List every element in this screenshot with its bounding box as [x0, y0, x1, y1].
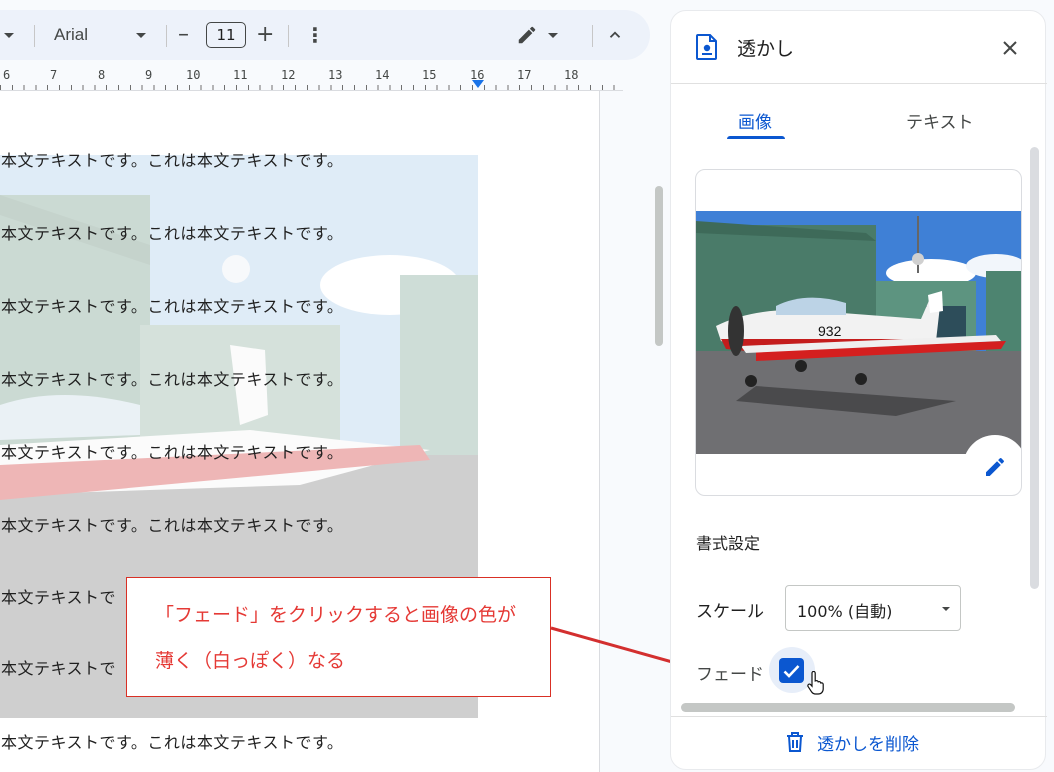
fade-checkbox[interactable] [779, 658, 804, 683]
ruler-number: 17 [517, 68, 532, 82]
document-watermark-icon [696, 34, 717, 60]
document-text-line: 本文テキストで [1, 659, 117, 678]
right-indent-marker[interactable] [472, 80, 484, 88]
more-options-button[interactable]: ⋮ [305, 10, 325, 60]
edit-mode-icon [518, 26, 536, 44]
ruler-number: 11 [233, 68, 248, 82]
toolbar-divider [34, 25, 35, 47]
toolbar-divider [592, 25, 593, 47]
toolbar-divider [166, 25, 167, 47]
ruler-number: 9 [145, 68, 153, 82]
toolbar-divider [288, 25, 289, 47]
panel-title: 透かし [737, 38, 795, 60]
plus-icon: + [256, 22, 275, 47]
watermark-image-preview: 932 [695, 169, 1022, 496]
horizontal-ruler: 6 7 8 9 10 11 12 13 14 15 16 17 18 [0, 62, 623, 91]
document-text-line: 本文テキストで [1, 588, 117, 607]
scale-dropdown[interactable]: 100% (自動) [785, 585, 961, 631]
airplane-photo: 932 [696, 211, 1021, 454]
panel-footer-divider [671, 716, 1047, 717]
pencil-icon [986, 457, 1004, 476]
document-text-line: 本文テキストです。これは本文テキストです。 [1, 224, 344, 243]
edit-image-button[interactable] [963, 435, 1021, 495]
document-text-line: 本文テキストです。これは本文テキストです。 [1, 733, 344, 752]
checkmark-icon [783, 664, 800, 678]
ruler-number: 6 [3, 68, 11, 82]
ruler-number: 10 [186, 68, 201, 82]
document-text-line: 本文テキストです。これは本文テキストです。 [1, 151, 344, 170]
ruler-number: 12 [281, 68, 296, 82]
close-icon[interactable] [1002, 40, 1018, 56]
style-dropdown-caret[interactable] [4, 10, 14, 60]
ruler-number: 13 [328, 68, 343, 82]
font-size-input[interactable]: 11 [206, 22, 246, 48]
decrease-font-size-button[interactable]: – [178, 10, 189, 60]
collapse-toolbar-button[interactable] [606, 10, 624, 60]
document-text-line: 本文テキストです。これは本文テキストです。 [1, 297, 344, 316]
hand-pointer-cursor [807, 671, 824, 695]
panel-header-divider [671, 83, 1047, 84]
ruler-ticks [0, 85, 623, 90]
ruler-number: 8 [98, 68, 106, 82]
ruler-number: 14 [375, 68, 390, 82]
trash-icon [787, 732, 803, 752]
ruler-number: 18 [564, 68, 579, 82]
fade-label: フェード [696, 665, 764, 685]
font-family-dropdown[interactable]: Arial [54, 10, 154, 60]
delete-watermark-label: 透かしを削除 [817, 734, 919, 755]
tab-image[interactable]: 画像 [738, 108, 772, 133]
delete-watermark-button[interactable]: 透かしを削除 [785, 727, 919, 757]
ruler-number: 15 [422, 68, 437, 82]
callout-text-line: 薄く（白っぽく）なる [155, 650, 346, 672]
editor-toolbar: Arial – 11 + ⋮ [0, 10, 650, 60]
chevron-up-icon [609, 31, 621, 38]
scale-value: 100% (自動) [797, 602, 893, 621]
scale-label: スケール [696, 602, 764, 622]
page-edge [599, 91, 600, 772]
panel-vertical-scrollbar[interactable] [1030, 147, 1039, 589]
callout-text-line: 「フェード」をクリックすると画像の色が [155, 604, 517, 626]
minus-icon: – [178, 22, 189, 47]
document-text-line: 本文テキストです。これは本文テキストです。 [1, 370, 344, 389]
document-scrollbar[interactable] [655, 186, 663, 346]
svg-text:932: 932 [818, 323, 842, 339]
font-family-value: Arial [54, 25, 89, 44]
dropdown-caret-icon [942, 607, 950, 611]
callout-annotation: 「フェード」をクリックすると画像の色が 薄く（白っぽく）なる [126, 577, 551, 697]
ruler-number: 7 [50, 68, 58, 82]
active-tab-indicator [727, 136, 785, 139]
editing-mode-button[interactable] [516, 10, 558, 60]
more-vert-icon: ⋮ [305, 23, 325, 47]
panel-horizontal-scrollbar[interactable] [681, 703, 1015, 712]
tab-text[interactable]: テキスト [906, 108, 974, 133]
increase-font-size-button[interactable]: + [256, 10, 274, 60]
document-text-line: 本文テキストです。これは本文テキストです。 [1, 443, 344, 462]
document-text-line: 本文テキストです。これは本文テキストです。 [1, 516, 344, 535]
watermark-panel: 透かし 画像 テキスト 932 書式設定 スケール 100% (自動) フェード… [670, 10, 1047, 770]
format-settings-heading: 書式設定 [696, 534, 761, 553]
